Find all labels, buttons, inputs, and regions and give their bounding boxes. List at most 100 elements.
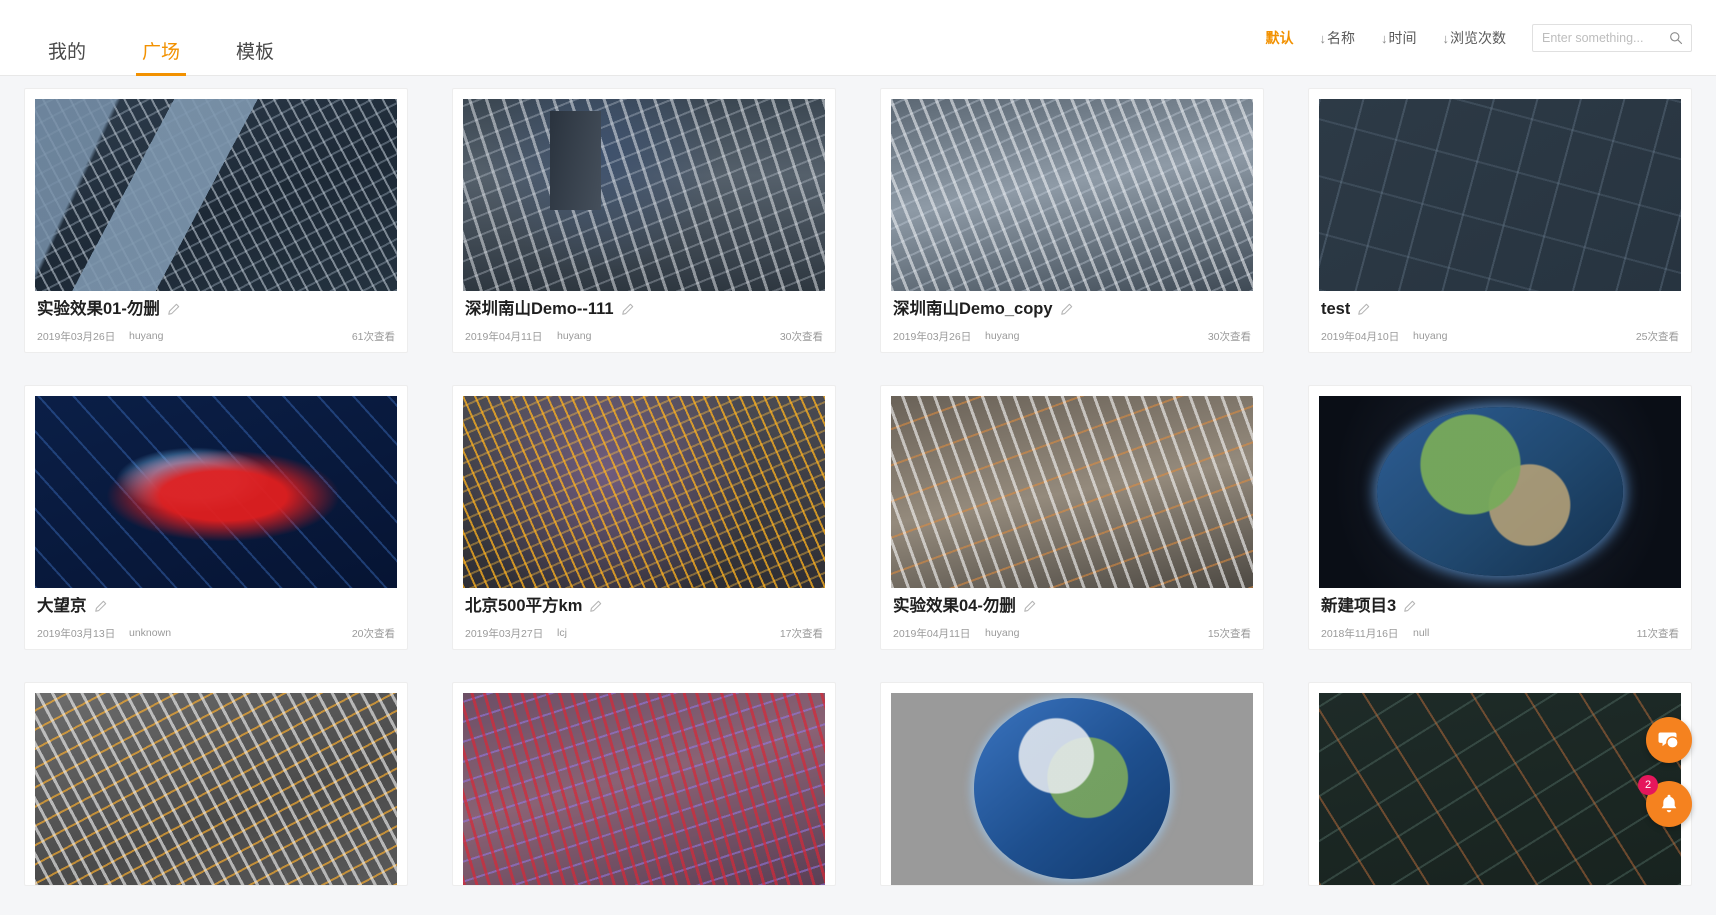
pencil-icon[interactable] [1403, 600, 1416, 613]
project-views: 20次查看 [351, 627, 395, 640]
project-card[interactable]: 新建项目3 2018年11月16日 null 11次查看 [1308, 384, 1692, 650]
thumbnail-art [35, 99, 397, 291]
sort-by-time[interactable]: ↓时间 [1381, 28, 1417, 48]
project-views: 30次查看 [779, 330, 823, 343]
search-box[interactable] [1532, 24, 1692, 52]
pencil-icon[interactable] [589, 600, 602, 613]
card-meta: 2018年11月16日 null 11次查看 [1321, 626, 1679, 641]
chat-bubbles-icon [1658, 732, 1679, 749]
tab-template[interactable]: 模板 [230, 43, 280, 76]
chat-fab-button[interactable] [1646, 717, 1692, 763]
thumbnail-art [463, 395, 825, 588]
search-input[interactable] [1533, 25, 1691, 51]
project-owner: huyang [985, 627, 1020, 640]
project-thumbnail[interactable] [463, 395, 825, 588]
card-body: 实验效果04-勿删 2019年04月11日 huyang 15次查看 [881, 588, 1263, 649]
project-title: 深圳南山Demo--111 [465, 300, 614, 318]
sort-by-views[interactable]: ↓浏览次数 [1443, 28, 1507, 48]
thumbnail-art [35, 692, 397, 885]
project-card[interactable]: 实验效果04-勿删 2019年04月11日 huyang 15次查看 [880, 384, 1264, 650]
project-title: 大望京 [37, 596, 87, 615]
project-card[interactable] [880, 681, 1264, 886]
project-owner: huyang [557, 330, 592, 343]
project-title: 北京500平方km [465, 596, 583, 615]
project-card[interactable]: 北京500平方km 2019年03月27日 lcj 17次查看 [452, 384, 836, 650]
card-body: 实验效果01-勿删 2019年03月26日 huyang 61次查看 [25, 291, 407, 352]
card-title-row: 深圳南山Demo_copy [893, 300, 1251, 320]
project-owner: huyang [985, 330, 1020, 343]
project-views: 30次查看 [1207, 330, 1251, 343]
project-card[interactable]: 深圳南山Demo_copy 2019年03月26日 huyang 30次查看 [880, 88, 1264, 353]
project-thumbnail[interactable] [891, 395, 1253, 588]
card-title-row: 新建项目3 [1321, 597, 1679, 617]
project-date: 2019年04月11日 [893, 627, 971, 640]
tab-template-label: 模板 [236, 42, 275, 63]
project-thumbnail[interactable] [35, 395, 397, 588]
sort-down-arrow-icon: ↓ [1381, 31, 1388, 46]
project-thumbnail[interactable] [1319, 99, 1681, 291]
pencil-icon[interactable] [1357, 303, 1370, 316]
project-thumbnail[interactable] [891, 692, 1253, 885]
card-title-row: 深圳南山Demo--111 [465, 300, 823, 320]
project-date: 2019年04月10日 [1321, 330, 1400, 343]
card-body: 新建项目3 2018年11月16日 null 11次查看 [1309, 588, 1691, 649]
project-owner: huyang [129, 330, 164, 343]
project-thumbnail[interactable] [35, 692, 397, 885]
project-thumbnail[interactable] [463, 99, 825, 291]
project-grid: 实验效果01-勿删 2019年03月26日 huyang 61次查看 深圳南山D… [0, 76, 1716, 886]
project-title: test [1321, 300, 1351, 318]
project-views: 11次查看 [1636, 627, 1679, 640]
project-thumbnail[interactable] [1319, 395, 1681, 588]
sort-down-arrow-icon: ↓ [1442, 31, 1450, 46]
project-card[interactable] [1308, 681, 1692, 886]
sort-by-name[interactable]: ↓名称 [1320, 28, 1356, 48]
tab-plaza-label: 广场 [142, 42, 181, 63]
thumbnail-art [891, 395, 1253, 588]
sort-default[interactable]: 默认 [1266, 28, 1294, 48]
tab-my[interactable]: 我的 [42, 43, 92, 76]
thumbnail-art [463, 99, 825, 291]
project-views: 61次查看 [351, 330, 395, 343]
pencil-icon[interactable] [167, 303, 180, 316]
card-title-row: 实验效果01-勿删 [37, 300, 395, 320]
card-title-row: 北京500平方km [465, 597, 823, 617]
tab-plaza[interactable]: 广场 [136, 42, 187, 76]
pencil-icon[interactable] [94, 600, 107, 613]
card-meta: 2019年04月11日 huyang 30次查看 [465, 329, 823, 344]
thumbnail-art [1319, 99, 1681, 291]
notification-fab-button[interactable]: 2 [1638, 775, 1692, 827]
card-body: 北京500平方km 2019年03月27日 lcj 17次查看 [453, 588, 835, 649]
project-card[interactable] [24, 681, 408, 886]
card-meta: 2019年03月27日 lcj 17次查看 [465, 626, 823, 641]
project-card[interactable]: 实验效果01-勿删 2019年03月26日 huyang 61次查看 [24, 88, 408, 353]
project-views: 15次查看 [1207, 627, 1251, 640]
project-card[interactable] [452, 681, 836, 886]
card-title-row: 大望京 [37, 597, 395, 617]
project-title: 深圳南山Demo_copy [893, 300, 1053, 318]
project-date: 2019年03月27日 [465, 627, 544, 640]
pencil-icon[interactable] [1023, 600, 1036, 613]
bell-icon [1661, 794, 1677, 813]
notification-badge: 2 [1638, 775, 1658, 795]
sort-by-views-label: 浏览次数 [1450, 30, 1506, 46]
search-icon[interactable] [1669, 31, 1683, 45]
project-thumbnail[interactable] [891, 99, 1253, 291]
project-card[interactable]: 大望京 2019年03月13日 unknown 20次查看 [24, 384, 408, 650]
sort-default-label: 默认 [1265, 30, 1294, 46]
project-owner: huyang [1413, 330, 1448, 343]
project-card[interactable]: 深圳南山Demo--111 2019年04月11日 huyang 30次查看 [452, 88, 836, 353]
project-title: 实验效果01-勿删 [37, 300, 160, 318]
project-card[interactable]: test 2019年04月10日 huyang 25次查看 [1308, 88, 1692, 353]
sort-down-arrow-icon: ↓ [1319, 31, 1327, 46]
project-thumbnail[interactable] [463, 692, 825, 885]
project-thumbnail[interactable] [1319, 692, 1681, 885]
card-body: 深圳南山Demo_copy 2019年03月26日 huyang 30次查看 [881, 291, 1263, 352]
thumbnail-art [35, 395, 397, 588]
pencil-icon[interactable] [1060, 303, 1073, 316]
card-title-row: test [1321, 300, 1679, 320]
project-date: 2018年11月16日 [1321, 627, 1399, 640]
project-title: 新建项目3 [1321, 596, 1397, 615]
project-thumbnail[interactable] [35, 99, 397, 291]
card-body: 深圳南山Demo--111 2019年04月11日 huyang 30次查看 [453, 291, 835, 352]
pencil-icon[interactable] [621, 303, 634, 316]
